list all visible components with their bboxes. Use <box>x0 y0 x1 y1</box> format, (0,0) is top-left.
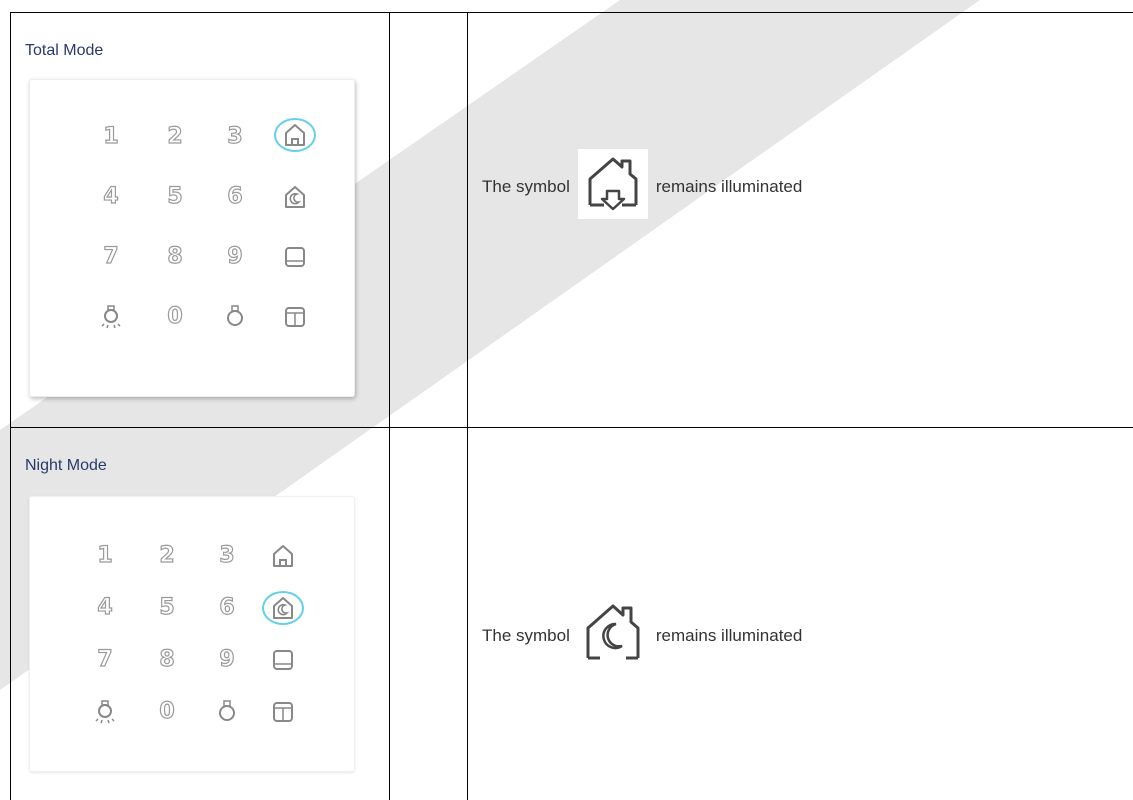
mode-table: Total Mode 1 2 3 4 5 6 7 8 <box>10 12 1133 800</box>
key-9: 9 <box>215 237 255 277</box>
square-icon <box>275 237 315 277</box>
key-0: 0 <box>155 297 195 337</box>
empty-cell <box>390 13 468 428</box>
square-icon <box>263 640 303 680</box>
key-0: 0 <box>147 692 187 732</box>
mode-description: The symbol remains illuminated <box>482 149 802 224</box>
table-row-night-mode: Night Mode 1 2 3 4 5 6 7 8 9 <box>11 428 1133 800</box>
key-3: 3 <box>207 536 247 576</box>
key-8: 8 <box>155 237 195 277</box>
desc-before: The symbol <box>482 626 570 646</box>
split-square-icon <box>263 692 303 732</box>
house-moon-icon <box>263 588 303 628</box>
empty-cell <box>390 428 468 800</box>
bulb-on-icon <box>85 692 125 732</box>
key-3: 3 <box>215 117 255 157</box>
key-9: 9 <box>207 640 247 680</box>
bulb-on-icon <box>91 297 131 337</box>
table-row-total-mode: Total Mode 1 2 3 4 5 6 7 8 <box>11 13 1133 428</box>
house-arrow-down-icon <box>578 149 648 224</box>
desc-before: The symbol <box>482 177 570 197</box>
key-8: 8 <box>147 640 187 680</box>
key-2: 2 <box>155 117 195 157</box>
bulb-off-icon <box>207 692 247 732</box>
image-cell: Night Mode 1 2 3 4 5 6 7 8 9 <box>11 428 390 800</box>
keypad-image: 1 2 3 4 5 6 7 8 9 <box>29 79 355 397</box>
key-4: 4 <box>91 177 131 217</box>
key-5: 5 <box>155 177 195 217</box>
split-square-icon <box>275 297 315 337</box>
key-4: 4 <box>85 588 125 628</box>
key-2: 2 <box>147 536 187 576</box>
description-cell: The symbol remains illuminated <box>468 13 1133 428</box>
mode-title: Total Mode <box>25 41 389 61</box>
key-7: 7 <box>85 640 125 680</box>
desc-after: remains illuminated <box>656 177 802 197</box>
key-6: 6 <box>215 177 255 217</box>
image-cell: Total Mode 1 2 3 4 5 6 7 8 <box>11 13 390 428</box>
bulb-off-icon <box>215 297 255 337</box>
house-moon-icon <box>578 598 648 673</box>
key-1: 1 <box>91 117 131 157</box>
keypad-image: 1 2 3 4 5 6 7 8 9 <box>29 496 355 772</box>
description-cell: The symbol remains illuminated <box>468 428 1133 800</box>
key-1: 1 <box>85 536 125 576</box>
key-7: 7 <box>91 237 131 277</box>
house-icon <box>275 115 315 155</box>
house-moon-icon <box>275 177 315 217</box>
desc-after: remains illuminated <box>656 626 802 646</box>
key-6: 6 <box>207 588 247 628</box>
house-icon <box>263 536 303 576</box>
key-5: 5 <box>147 588 187 628</box>
mode-title: Night Mode <box>25 456 389 476</box>
mode-description: The symbol remains illuminated <box>482 598 802 673</box>
